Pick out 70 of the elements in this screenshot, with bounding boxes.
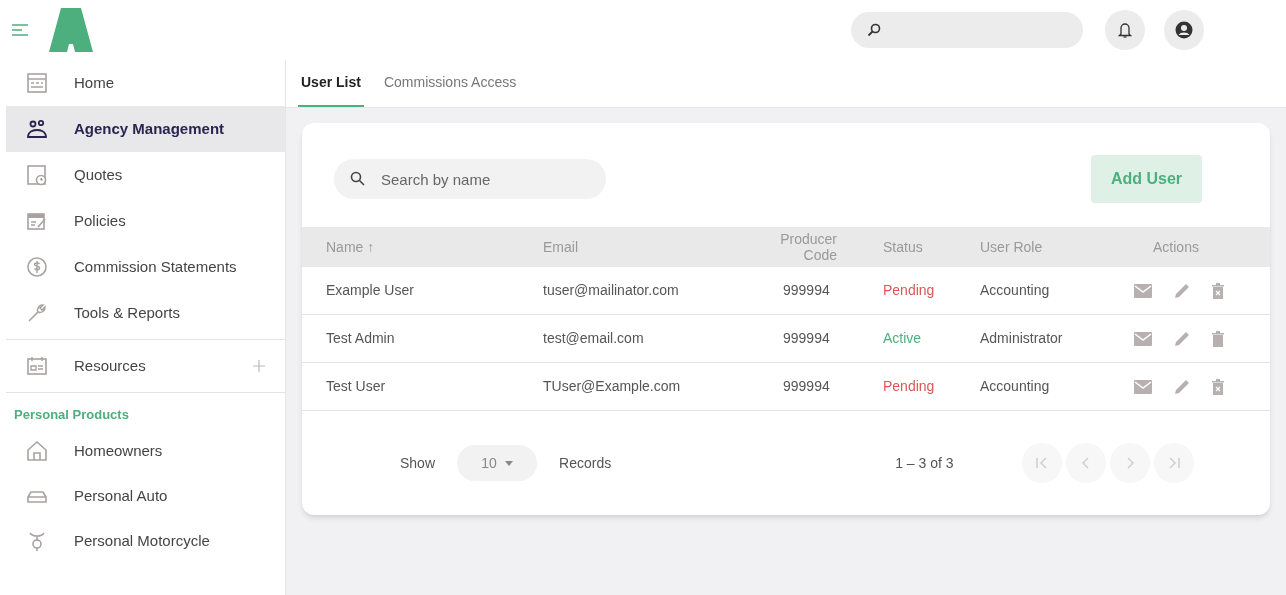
status-cell-text: Pending — [883, 377, 936, 396]
search-field[interactable]: Search by name — [334, 159, 606, 199]
role-cell-text: Accounting — [980, 377, 1051, 396]
code-cell-text: 999994 — [783, 377, 831, 396]
show-label: Show — [400, 453, 436, 473]
code-cell-text: 999994 — [783, 329, 831, 348]
search-icon — [867, 23, 881, 37]
last-page-button[interactable] — [1153, 443, 1194, 483]
mail-icon[interactable] — [1134, 283, 1152, 298]
page-range: 1 – 3 of 3 — [895, 453, 954, 473]
dollar-coin-icon — [26, 256, 48, 278]
nav-item[interactable]: Tools & Reports — [6, 290, 285, 336]
nav-item[interactable]: Commission Statements — [6, 244, 285, 290]
column-header: Email — [543, 237, 579, 257]
mail-icon[interactable] — [1134, 379, 1152, 394]
dashboard-icon — [26, 72, 48, 94]
next-page-button[interactable] — [1109, 443, 1150, 483]
calendar-clock-icon — [26, 164, 48, 186]
nav-item[interactable]: Quotes — [6, 152, 285, 198]
column-header: Producer Code — [779, 231, 838, 263]
tab[interactable]: User List — [298, 60, 364, 107]
mail-icon[interactable] — [1134, 331, 1152, 346]
role-cell-text: Administrator — [980, 329, 1064, 348]
nav-item[interactable]: Agency Management — [6, 106, 285, 152]
email-cell-text: TUser@Example.com — [543, 377, 682, 396]
nav-item[interactable]: Personal Auto — [6, 473, 285, 519]
nav-item[interactable]: Home — [6, 60, 285, 106]
notifications-button[interactable] — [1105, 10, 1145, 50]
wrench-icon — [26, 302, 48, 324]
tab[interactable]: Commissions Access — [380, 60, 520, 107]
name-cell-text: Example User — [326, 281, 415, 300]
previous-page-button[interactable] — [1065, 443, 1106, 483]
nav-item[interactable]: Personal Motorcycle — [6, 518, 285, 564]
user-avatar-icon — [1175, 21, 1193, 39]
role-cell-text: Accounting — [980, 281, 1051, 300]
delete-icon[interactable] — [1212, 330, 1224, 347]
column-header: Status — [883, 237, 924, 257]
column-header: User Role — [980, 237, 1044, 257]
calendar-icon — [26, 355, 48, 377]
nav-item[interactable]: Homeowners — [6, 428, 285, 474]
first-page-button[interactable] — [1021, 443, 1062, 483]
column-header: Actions — [1152, 237, 1200, 257]
name-cell-text: Test Admin — [326, 329, 396, 348]
pencil-icon[interactable] — [1174, 378, 1190, 395]
pencil-icon[interactable] — [1174, 330, 1190, 347]
menu-icon[interactable] — [12, 24, 28, 36]
bell-icon — [1118, 22, 1132, 38]
email-cell-text: tuser@mailinator.com — [543, 281, 680, 300]
nav-item[interactable]: Resources — [6, 343, 285, 389]
records-label: Records — [559, 453, 612, 473]
form-pencil-icon — [26, 210, 48, 232]
code-cell-text: 999994 — [783, 281, 831, 300]
caret-icon — [504, 460, 513, 466]
delete-icon[interactable] — [1212, 282, 1224, 299]
pencil-icon[interactable] — [1174, 282, 1190, 299]
first-page-icon — [1034, 456, 1049, 470]
name-cell-text: Test User — [326, 377, 387, 396]
global-search-field[interactable] — [851, 12, 1083, 48]
people-icon — [26, 118, 48, 140]
logo-icon — [49, 8, 93, 52]
email-cell-text: test@email.com — [543, 329, 645, 348]
nav-item[interactable]: Policies — [6, 198, 285, 244]
house-icon — [26, 440, 48, 462]
search-icon — [350, 171, 365, 186]
plus-icon — [253, 360, 265, 372]
section-title: Personal Products — [13, 406, 130, 424]
delete-icon[interactable] — [1212, 378, 1224, 395]
status-cell-text: Active — [883, 329, 923, 348]
profile-button[interactable] — [1164, 10, 1204, 50]
status-cell-text: Pending — [883, 281, 936, 300]
